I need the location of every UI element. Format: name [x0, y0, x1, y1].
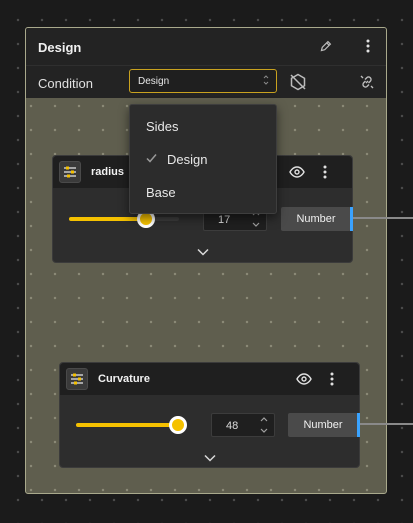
- option-label: Design: [167, 152, 208, 167]
- condition-label: Condition: [38, 76, 93, 91]
- chevron-down-icon[interactable]: [196, 247, 210, 257]
- curvature-value-input[interactable]: 48: [211, 413, 275, 437]
- condition-dropdown-menu: Sides Design Base: [129, 104, 277, 214]
- stepper-icon[interactable]: [259, 414, 271, 436]
- slider-fill: [76, 423, 178, 427]
- eye-icon[interactable]: [296, 371, 312, 387]
- curvature-slider[interactable]: [76, 416, 187, 434]
- group-header: Design: [26, 28, 386, 65]
- node-header: Curvature: [60, 363, 359, 395]
- more-vertical-icon[interactable]: [324, 371, 340, 387]
- check-icon: [146, 152, 157, 167]
- radius-slider[interactable]: [69, 210, 179, 228]
- type-number-button[interactable]: Number: [288, 413, 360, 437]
- node-title: Curvature: [98, 373, 150, 385]
- dropdown-option-base[interactable]: Base: [130, 177, 276, 207]
- slider-fill: [69, 217, 146, 221]
- pencil-icon[interactable]: [317, 38, 333, 54]
- dropdown-option-sides[interactable]: Sides: [130, 111, 276, 141]
- condition-row: Condition Design: [26, 65, 386, 98]
- link-icon[interactable]: [358, 73, 376, 91]
- more-vertical-icon[interactable]: [360, 38, 376, 54]
- condition-select[interactable]: Design: [129, 69, 277, 93]
- connection-wire: [360, 423, 413, 425]
- chevron-down-icon[interactable]: [203, 453, 217, 463]
- input-value: 17: [218, 214, 231, 226]
- slider-thumb[interactable]: [169, 416, 187, 434]
- curvature-node: Curvature 48 Number: [59, 362, 360, 468]
- connection-wire: [353, 217, 413, 219]
- condition-value: Design: [138, 76, 170, 87]
- group-title: Design: [38, 40, 82, 55]
- option-label: Sides: [146, 119, 179, 134]
- option-label: Base: [146, 185, 176, 200]
- more-vertical-icon[interactable]: [317, 164, 333, 180]
- eye-off-hexagon-icon[interactable]: [289, 73, 307, 91]
- eye-icon[interactable]: [289, 164, 305, 180]
- sliders-icon: [59, 161, 81, 183]
- chevron-up-down-icon: [263, 74, 269, 89]
- input-value: 48: [226, 420, 239, 432]
- dropdown-option-design[interactable]: Design: [130, 144, 276, 174]
- type-number-button[interactable]: Number: [281, 207, 353, 231]
- sliders-icon: [66, 368, 88, 390]
- node-title: radius: [91, 166, 125, 178]
